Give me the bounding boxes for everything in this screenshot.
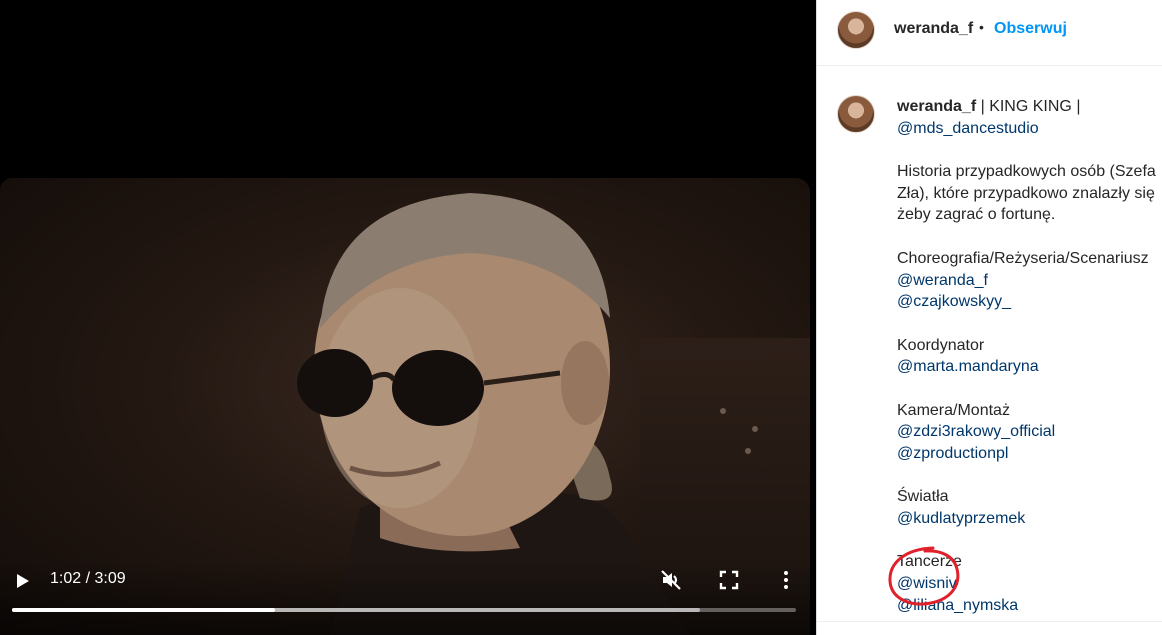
mention-link[interactable]: @wisniv [897, 573, 1162, 595]
mention-link[interactable]: @czajkowskyy_ [897, 291, 1162, 313]
avatar[interactable] [837, 95, 875, 133]
credit-heading: Kamera/Montaż [897, 401, 1010, 419]
caption-text: weranda_f | KING KING | @mds_dancestudio… [897, 96, 1162, 617]
caption-title: | KING KING | [976, 98, 1081, 115]
video-progress-bar[interactable] [12, 608, 796, 612]
play-icon[interactable] [12, 571, 32, 591]
avatar[interactable] [837, 11, 875, 49]
mention-link[interactable]: @zdzi3rakowy_official [897, 421, 1162, 443]
mention-link[interactable]: @liliana_nymska [897, 595, 1162, 617]
video-played-bar [12, 608, 275, 612]
caption-description: Zła), które przypadkowo znalazły się [897, 184, 1155, 202]
follow-button[interactable]: Obserwuj [994, 20, 1067, 38]
video-time-display: 1:02 / 3:09 [50, 570, 126, 587]
credit-heading: Choreografia/Reżyseria/Scenariusz [897, 249, 1149, 267]
instagram-post-view: 1:02 / 3:09 weranda_f • Obserwuj weranda… [0, 0, 1162, 635]
caption-username[interactable]: weranda_f [897, 98, 976, 115]
mention-link[interactable]: @weranda_f [897, 270, 1162, 292]
post-header: weranda_f • Obserwuj [817, 0, 1162, 66]
mention-link[interactable]: @marta.mandaryna [897, 356, 1162, 378]
mention-link[interactable]: @zproductionpl [897, 443, 1162, 465]
mention-link[interactable]: @mds_dancestudio [897, 118, 1162, 140]
divider [817, 621, 1162, 622]
caption-description: Historia przypadkowych osób (Szefa [897, 163, 1156, 181]
header-username[interactable]: weranda_f [894, 20, 973, 38]
credit-heading: Tancerze [897, 553, 962, 571]
credit-heading: Światła [897, 488, 949, 506]
mention-link[interactable]: @kudlatyprzemek [897, 508, 1162, 530]
credit-heading: Koordynator [897, 336, 985, 354]
caption-description: żeby zagrać o fortunę. [897, 206, 1056, 224]
header-separator: • [979, 19, 984, 35]
mute-icon[interactable] [660, 569, 682, 591]
post-side-panel: weranda_f • Obserwuj weranda_f | KING KI… [816, 0, 1162, 635]
fullscreen-icon[interactable] [718, 569, 740, 591]
post-caption: weranda_f | KING KING | @mds_dancestudio… [817, 67, 1162, 622]
more-vertical-icon[interactable] [775, 569, 797, 591]
video-player[interactable]: 1:02 / 3:09 [0, 0, 816, 635]
